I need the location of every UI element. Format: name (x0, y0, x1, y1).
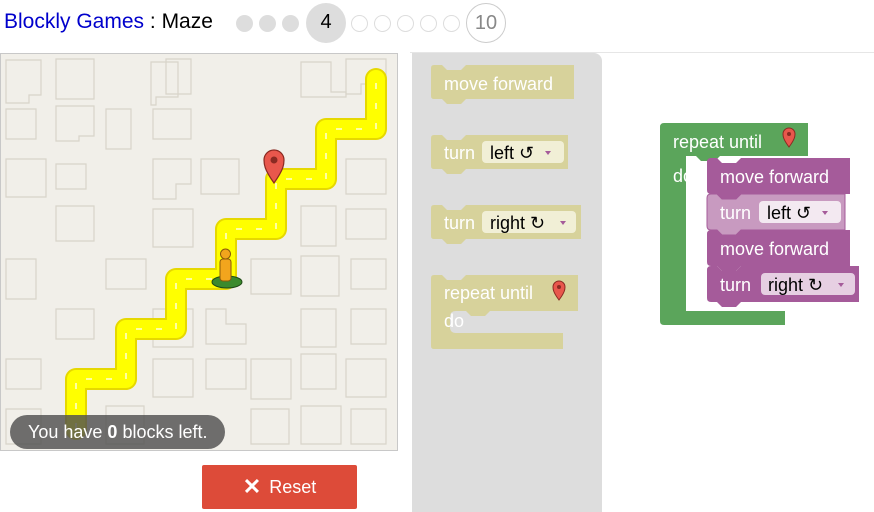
game-name: Maze (161, 10, 213, 33)
app-name-link[interactable]: Blockly Games (4, 10, 144, 33)
level-3-dot[interactable] (282, 15, 299, 32)
page-title: Blockly Games : Maze (4, 10, 213, 34)
toolbox-canvas: move forward turn left ↺ turn right ↻ re… (431, 65, 581, 349)
toolbox-turn-left-dir: left ↺ (490, 143, 534, 163)
toolbox-flyout: move forward turn left ↺ turn right ↻ re… (412, 53, 602, 512)
toolbox-repeat-until-block[interactable]: repeat until do (431, 275, 578, 349)
reset-button[interactable]: ✕ Reset (202, 465, 357, 509)
toolbox-turn-left-dropdown[interactable]: left ↺ (482, 141, 564, 163)
title-separator: : (144, 10, 162, 33)
toolbox-turn-right-block[interactable]: turn right ↻ (431, 205, 581, 244)
workspace-repeat-until-label: repeat until (673, 132, 762, 152)
level-8-dot[interactable] (420, 15, 437, 32)
toolbox-turn-right-word: turn (444, 213, 475, 233)
workspace-move-forward-block-1[interactable]: move forward (707, 158, 850, 199)
level-1-dot[interactable] (236, 15, 253, 32)
workspace-step2-dir: left ↺ (767, 203, 811, 223)
level-9-dot[interactable] (443, 15, 460, 32)
maze-wall-tiles (5, 58, 387, 445)
workspace-program: repeat until do move forward turn left ↺… (660, 123, 859, 325)
workspace-step2-word: turn (720, 203, 751, 223)
toolbox-turn-right-dir: right ↻ (490, 213, 545, 233)
level-5-dot[interactable] (351, 15, 368, 32)
workspace-step1-label: move forward (720, 167, 829, 187)
blocks-left-count: 0 (107, 422, 118, 442)
level-7-dot[interactable] (397, 15, 414, 32)
workspace-turn-right-block[interactable]: turn right ↻ (707, 266, 859, 307)
status-suffix: blocks left. (117, 422, 208, 442)
blocks-left-status: You have 0 blocks left. (10, 415, 226, 449)
toolbox-move-forward-label: move forward (444, 74, 553, 94)
toolbox-move-forward-block[interactable]: move forward (431, 65, 574, 104)
workspace-move-forward-block-2[interactable]: move forward (707, 230, 850, 271)
status-prefix: You have (28, 422, 108, 442)
level-2-dot[interactable] (259, 15, 276, 32)
workspace-do-label: do (673, 166, 693, 186)
toolbox-repeat-until-label: repeat until (444, 283, 533, 303)
last-level-link[interactable]: 10 (466, 3, 506, 43)
workspace-turn-left-dropdown[interactable]: left ↺ (759, 201, 841, 223)
workspace-turn-right-dropdown[interactable]: right ↻ (761, 273, 855, 295)
workspace-step4-word: turn (720, 275, 751, 295)
reset-label: Reset (269, 476, 317, 497)
current-level-indicator: 4 (306, 3, 346, 43)
workspace-step4-dir: right ↻ (768, 275, 823, 295)
toolbox-turn-left-block[interactable]: turn left ↺ (431, 135, 568, 174)
toolbox-do-label: do (444, 311, 464, 331)
maze-board (0, 53, 398, 451)
workspace-step3-label: move forward (720, 239, 829, 259)
level-6-dot[interactable] (374, 15, 391, 32)
toolbox-turn-right-dropdown[interactable]: right ↻ (482, 211, 576, 233)
close-icon: ✕ (242, 474, 262, 499)
workspace-turn-left-block[interactable]: turn left ↺ (706, 193, 846, 236)
toolbox-turn-left-word: turn (444, 143, 475, 163)
maze-canvas (5, 58, 387, 445)
